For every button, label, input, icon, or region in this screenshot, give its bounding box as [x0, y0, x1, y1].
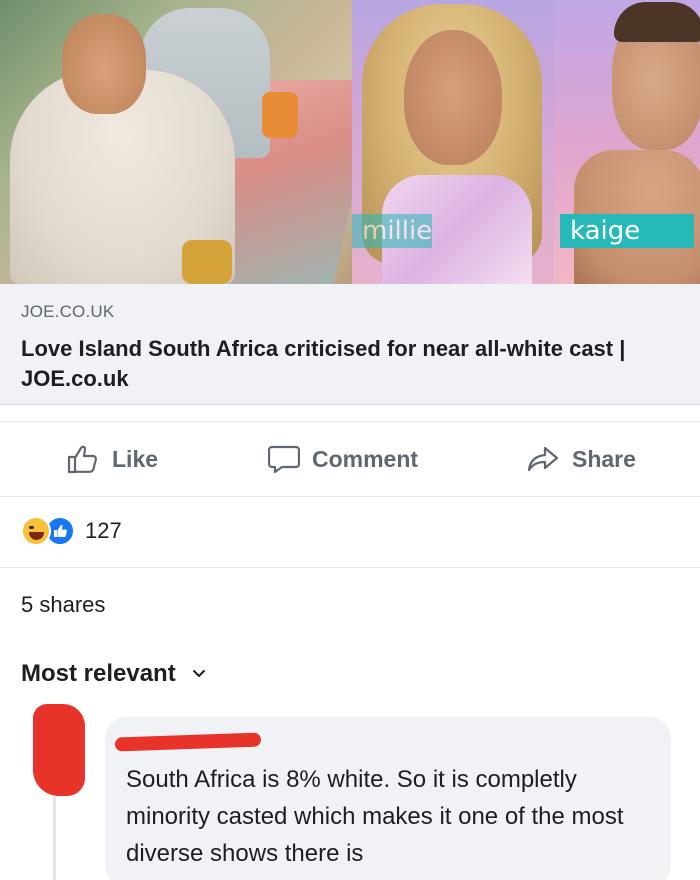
comment-sort-dropdown[interactable]: Most relevant [21, 660, 206, 688]
reaction-count: 127 [85, 518, 122, 543]
source-domain: JOE.CO.UK [21, 302, 115, 321]
sort-label: Most relevant [21, 660, 176, 687]
thumbs-up-icon [54, 524, 67, 537]
name-tag-millie: millie [352, 214, 432, 248]
like-button[interactable]: Like [66, 422, 158, 496]
commenter-name-redacted[interactable] [114, 732, 262, 752]
speech-bubble-icon [268, 445, 300, 474]
photo-detail [614, 2, 700, 42]
link-headline[interactable]: Love Island South Africa criticised for … [21, 334, 671, 394]
link-preview-image[interactable]: millie kaige [0, 0, 700, 284]
link-preview-meta[interactable]: JOE.CO.UK Love Island South Africa criti… [0, 284, 700, 405]
divider [0, 567, 700, 568]
haha-reaction-icon [21, 516, 51, 546]
reactions-summary[interactable]: 127 [21, 514, 122, 548]
photo-detail [404, 30, 502, 165]
photo-detail [62, 14, 146, 114]
chevron-down-icon [192, 670, 205, 677]
share-label: Share [572, 445, 636, 472]
share-button[interactable]: Share [526, 422, 636, 496]
photo-contestants-at-bar [0, 0, 378, 284]
post-action-bar: Like Comment Share [0, 421, 700, 497]
comment-bubble: South Africa is 8% white. So it is compl… [105, 717, 671, 880]
comment-text: South Africa is 8% white. So it is compl… [126, 766, 624, 867]
comment-button[interactable]: Comment [268, 422, 418, 496]
shares-count[interactable]: 5 shares [21, 592, 105, 618]
link-preview-card[interactable]: millie kaige JOE.CO.UK Love Island South… [0, 0, 700, 405]
photo-detail [182, 240, 232, 284]
share-arrow-icon [527, 446, 559, 472]
photo-detail [262, 92, 298, 138]
thumbs-up-icon [67, 445, 97, 474]
comment-label: Comment [312, 445, 419, 472]
name-tag-kaige: kaige [560, 214, 694, 248]
commenter-avatar-redacted[interactable] [33, 704, 85, 880]
like-label: Like [112, 445, 159, 472]
